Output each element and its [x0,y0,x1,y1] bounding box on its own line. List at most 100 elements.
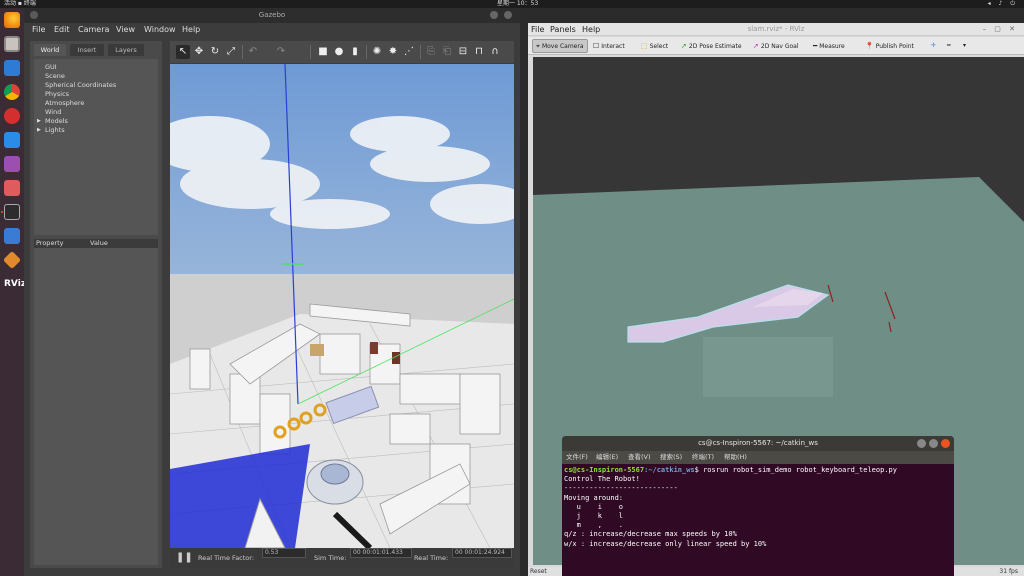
scale-mode-icon[interactable]: ⤢ [224,45,238,59]
tree-item-spherical-coordinates[interactable]: Spherical Coordinates [45,81,116,90]
tree-item-models[interactable]: Models [45,117,68,126]
sim-time-label: Sim Time: [314,554,347,562]
point-icon: 📍 [865,42,874,50]
redo-icon[interactable]: ↷ [274,45,288,59]
expand-arrow-icon[interactable]: ▶ [37,126,41,135]
rotate-mode-icon[interactable]: ↻ [208,45,222,59]
tree-item-scene[interactable]: Scene [45,72,65,81]
command-text: $ rosrun robot_sim_demo robot_keyboard_t… [694,466,897,474]
menu-file[interactable]: File [32,23,45,37]
cylinder-shape-icon[interactable]: ▮ [348,45,362,59]
gazebo-titlebar[interactable]: Gazebo [24,8,520,23]
software-icon[interactable] [4,60,20,76]
tool-select[interactable]: ⬚ Select [638,39,671,53]
vscode-icon[interactable] [4,132,20,148]
pause-icon[interactable]: ❚❚ [176,548,193,568]
chrome-icon[interactable] [4,84,20,100]
remote-icon[interactable] [4,228,20,244]
gazebo-status-bar: ❚❚ Real Time Factor: 0.53 Sim Time: 00 0… [170,548,514,568]
tool-options-icon[interactable]: ▾ [960,39,969,53]
pose-icon: ➚ [681,42,687,50]
close-icon[interactable] [30,11,38,19]
menu-help[interactable]: Help [582,24,600,36]
close-icon[interactable] [941,439,950,448]
rviz-titlebar[interactable]: slam.rviz* - RViz [528,23,1024,36]
window-controls-icon[interactable]: – ▢ ✕ [983,25,1018,33]
rviz-toolbar: ⌖ Move Camera ☐ Interact ⬚ Select ➚ 2D Pose … [528,37,1024,55]
menu-panels[interactable]: Panels [550,24,576,36]
terminal-icon[interactable] [4,204,20,220]
menu-file[interactable]: 文件(F) [566,451,588,464]
clock[interactable]: 星期一 10：53 [497,0,538,8]
output-line: j k l [564,512,624,521]
goal-icon: ➚ [753,42,759,50]
menu-view[interactable]: View [116,23,135,37]
tool-2d-nav-goal[interactable]: ➚ 2D Nav Goal [750,39,802,53]
minimize-icon[interactable] [917,439,926,448]
files-icon[interactable] [4,36,20,52]
spot-light-icon[interactable]: ✸ [386,45,400,59]
maximize-icon[interactable] [929,439,938,448]
tree-item-physics[interactable]: Physics [45,90,69,99]
prompt-user: cs@cs-Inspiron-5567 [564,466,645,474]
system-tray[interactable]: ◂ ♪ ⏻ [988,0,1018,8]
menu-edit[interactable]: Edit [54,23,70,37]
box-shape-icon[interactable]: ■ [316,45,330,59]
tool-move-camera[interactable]: ⌖ Move Camera [532,39,588,53]
remove-tool-icon[interactable]: ━ [944,39,954,53]
magnet-icon[interactable]: ∩ [488,45,502,59]
point-light-icon[interactable]: ✺ [370,45,384,59]
firefox-icon[interactable] [4,12,20,28]
translate-mode-icon[interactable]: ✥ [192,45,206,59]
tweaks-icon[interactable] [4,180,20,196]
tool-interact[interactable]: ☐ Interact [590,39,628,53]
output-line: m , . [564,521,624,530]
select-mode-icon[interactable]: ↖ [176,45,190,59]
maximize-icon[interactable] [504,11,512,19]
terminal-output[interactable]: cs@cs-Inspiron-5567:~/catkin_ws$ rosrun … [564,466,950,576]
tab-layers[interactable]: Layers [108,44,144,56]
tab-world[interactable]: World [34,44,66,56]
tool-2d-pose-estimate[interactable]: ➚ 2D Pose Estimate [678,39,745,53]
tree-item-wind[interactable]: Wind [45,108,61,117]
gazebo-icon[interactable] [2,250,22,270]
rviz-icon[interactable]: RViz [4,276,26,292]
expand-arrow-icon[interactable]: ▶ [37,117,41,126]
menu-search[interactable]: 搜索(S) [660,451,682,464]
menu-terminal[interactable]: 终端(T) [692,451,714,464]
activities-button[interactable]: 活动 ▪ 终端 [4,0,36,8]
menu-view[interactable]: 查看(V) [628,451,651,464]
add-tool-icon[interactable]: ✛ [928,39,939,53]
menu-camera[interactable]: Camera [78,23,109,37]
copy-icon[interactable]: ⎘ [424,45,438,59]
sphere-shape-icon[interactable]: ● [332,45,346,59]
snap-icon[interactable]: ⊓ [472,45,486,59]
menu-edit[interactable]: 编辑(E) [596,451,618,464]
sim-time-value: 00 00:01:01.433 [350,548,412,558]
terminal-titlebar[interactable]: cs@cs-Inspiron-5567: ~/catkin_ws [562,436,954,451]
align-icon[interactable]: ⊟ [456,45,470,59]
directional-light-icon[interactable]: ⋰ [402,45,416,59]
paste-icon[interactable]: ⎗ [440,45,454,59]
gazebo-3d-viewport[interactable] [170,64,514,548]
tree-item-gui[interactable]: GUI [45,63,57,72]
terminal-red-icon[interactable] [4,108,20,124]
menu-help[interactable]: Help [182,23,200,37]
menu-help[interactable]: 帮助(H) [724,451,747,464]
output-line: w/x : increase/decrease only linear spee… [564,539,767,548]
minimize-icon[interactable] [490,11,498,19]
rtf-label: Real Time Factor: [198,554,255,562]
image-viewer-icon[interactable] [4,156,20,172]
menu-window[interactable]: Window [144,23,176,37]
undo-icon[interactable]: ↶ [246,45,260,59]
tool-measure[interactable]: ━ Measure [810,39,848,53]
world-tree: GUI Scene Spherical Coordinates Physics … [34,59,158,235]
menu-file[interactable]: File [531,24,544,36]
property-header: Property Value [34,239,158,248]
reset-button[interactable]: Reset [530,567,547,576]
tab-insert[interactable]: Insert [70,44,104,56]
tool-publish-point[interactable]: 📍 Publish Point [862,39,917,53]
tree-item-lights[interactable]: Lights [45,126,65,135]
window-title: slam.rviz* - RViz [747,25,805,33]
tree-item-atmosphere[interactable]: Atmosphere [45,99,84,108]
